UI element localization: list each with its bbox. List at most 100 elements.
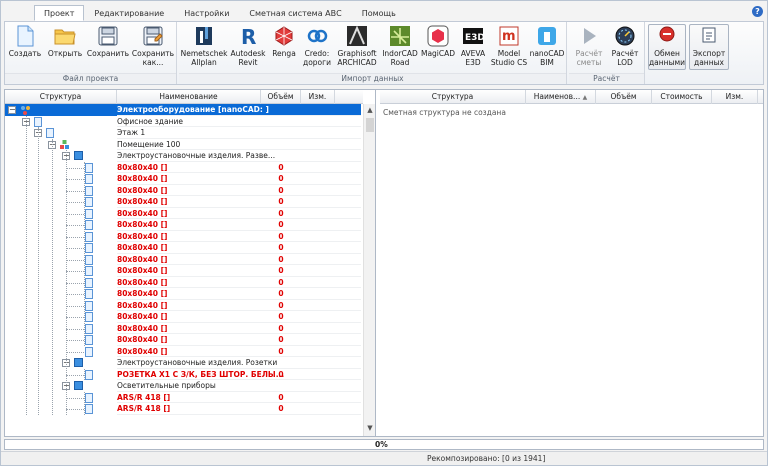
import-credo-button[interactable]: Credo: дороги [301,25,333,71]
import-indorcad-button[interactable]: IndorCAD Road [381,25,419,71]
col-estimate-structure[interactable]: Структура [380,90,526,104]
tab-help[interactable]: Помощь [352,5,406,21]
table-row[interactable]: 80x80x40 [] 0 [5,254,361,265]
tab-settings[interactable]: Настройки [174,5,239,21]
table-row[interactable]: ARS/R 418 [] 0 [5,403,361,415]
calc-estimate-button[interactable]: Расчёт сметы [573,25,605,71]
tree-connector [66,236,84,238]
tree-guide [66,150,67,415]
model-studio-icon: m [499,26,519,46]
document-icon [85,243,93,253]
table-row[interactable]: Электроустановочные изделия. Разве... [5,150,361,162]
table-row[interactable]: Офисное здание [5,116,361,127]
document-icon [85,335,93,345]
table-row[interactable]: 80x80x40 [] 0 [5,323,361,334]
save-button[interactable]: Сохранить [87,25,129,71]
document-icon [46,128,54,138]
table-row[interactable]: ARS/R 418 [] 0 [5,392,361,403]
import-revit-button[interactable]: R Autodesk Revit [229,25,267,71]
tab-project[interactable]: Проект [34,5,85,21]
table-row[interactable]: 80x80x40 [] 0 [5,185,361,196]
document-icon [85,323,93,334]
menu-bar: Проект Редактирование Настройки Сметная … [1,1,767,21]
table-row[interactable]: 80x80x40 [] 0 [5,242,361,254]
table-row[interactable]: 80x80x40 [] 0 [5,173,361,185]
table-row[interactable]: 80x80x40 [] 0 [5,277,361,288]
indorcad-icon [390,26,410,46]
document-icon [85,231,93,242]
collapse-icon[interactable]: − [8,106,16,114]
table-row[interactable]: 80x80x40 [] 0 [5,196,361,208]
structure-pane: Структура Наименование Объём Изм. Электр… [5,90,376,436]
table-row[interactable]: 80x80x40 [] 0 [5,300,361,311]
data-exchange-button[interactable]: Обмен данными [648,24,686,70]
revit-icon: R [241,25,256,47]
app-window: Проект Редактирование Настройки Сметная … [0,0,768,466]
tree-connector [66,282,84,284]
left-scrollbar[interactable]: ▲ ▼ [363,104,375,436]
group-project-file: Создать Открыть Сохранить Сохранить как.… [5,22,177,84]
new-document-icon [17,25,34,47]
table-row[interactable]: 80x80x40 [] 0 [5,346,361,357]
import-aveva-button[interactable]: E3D AVEVA E3D [458,25,488,71]
data-export-button[interactable]: Экспорт данных [689,24,729,70]
table-row[interactable]: 80x80x40 [] 0 [5,231,361,242]
table-row[interactable]: Электроустановочные изделия. Розетки [5,357,361,369]
scroll-down-icon[interactable]: ▼ [364,422,375,434]
save-icon [98,26,118,46]
svg-text:m: m [502,29,516,44]
table-row[interactable]: 80x80x40 [] 0 [5,288,361,300]
col-estimate-unit[interactable]: Изм. [712,90,758,104]
tree-connector [66,259,84,261]
import-allplan-button[interactable]: Nemetschek Allplan [181,25,227,71]
import-magicad-button[interactable]: MagiCAD [421,25,455,71]
tree-connector [66,213,84,215]
scroll-up-icon[interactable]: ▲ [364,104,375,116]
group-title-calculation: Расчёт [569,73,644,83]
tab-edit[interactable]: Редактирование [84,5,174,21]
table-row[interactable]: 80x80x40 [] 0 [5,162,361,173]
tree-guide [26,115,27,415]
import-archicad-button[interactable]: Graphisoft ARCHICAD [336,25,378,71]
table-row[interactable]: Электрооборудование [nanoCAD: ] [5,104,361,116]
col-volume[interactable]: Объём [261,90,301,104]
tree-connector [66,248,84,249]
import-renga-button[interactable]: Renga [270,25,298,71]
document-icon [85,346,93,357]
create-button[interactable]: Создать [8,25,42,71]
open-button[interactable]: Открыть [48,25,82,71]
scroll-thumb[interactable] [366,118,374,132]
col-structure[interactable]: Структура [5,90,117,104]
table-row[interactable]: РОЗЕТКА Х1 С З/К, БЕЗ ШТОР. БЕЛЫ... 0 [5,369,361,380]
table-row[interactable]: 80x80x40 [] 0 [5,265,361,277]
import-nanocad-bim-button[interactable]: nanoCAD BIM [529,25,565,71]
save-as-icon [143,26,163,46]
table-row[interactable]: 80x80x40 [] 0 [5,311,361,323]
tree-connector [66,351,84,353]
document-icon [85,174,93,184]
col-unit[interactable]: Изм. [301,90,335,104]
help-icon[interactable]: ? [752,6,763,17]
tree-connector [66,305,84,307]
table-row[interactable]: 80x80x40 [] 0 [5,334,361,346]
table-row[interactable]: 80x80x40 [] 0 [5,219,361,231]
table-row[interactable]: Помещение 100 [5,139,361,150]
row-divider [117,413,361,415]
tree-connector [66,317,84,318]
table-row[interactable]: Осветительные приборы [5,380,361,392]
table-row[interactable]: Этаж 1 [5,127,361,139]
table-row[interactable]: 80x80x40 [] 0 [5,208,361,219]
svg-text:E3D: E3D [465,33,484,43]
col-estimate-name[interactable]: Наименов... ▲ [526,90,596,104]
save-as-button[interactable]: Сохранить как... [132,25,174,71]
import-modelstudio-button[interactable]: m Model Studio CS [490,25,528,71]
col-name[interactable]: Наименование [117,90,261,104]
tab-estimate-abc[interactable]: Сметная система АВС [239,5,351,21]
tree-connector [66,202,84,203]
col-estimate-volume[interactable]: Объём [596,90,652,104]
tree-guide [52,138,53,415]
calc-lod-button[interactable]: Расчёт LOD [609,25,641,71]
blocks-icon [60,139,70,150]
tree-connector [66,409,84,410]
col-estimate-cost[interactable]: Стоимость [652,90,712,104]
